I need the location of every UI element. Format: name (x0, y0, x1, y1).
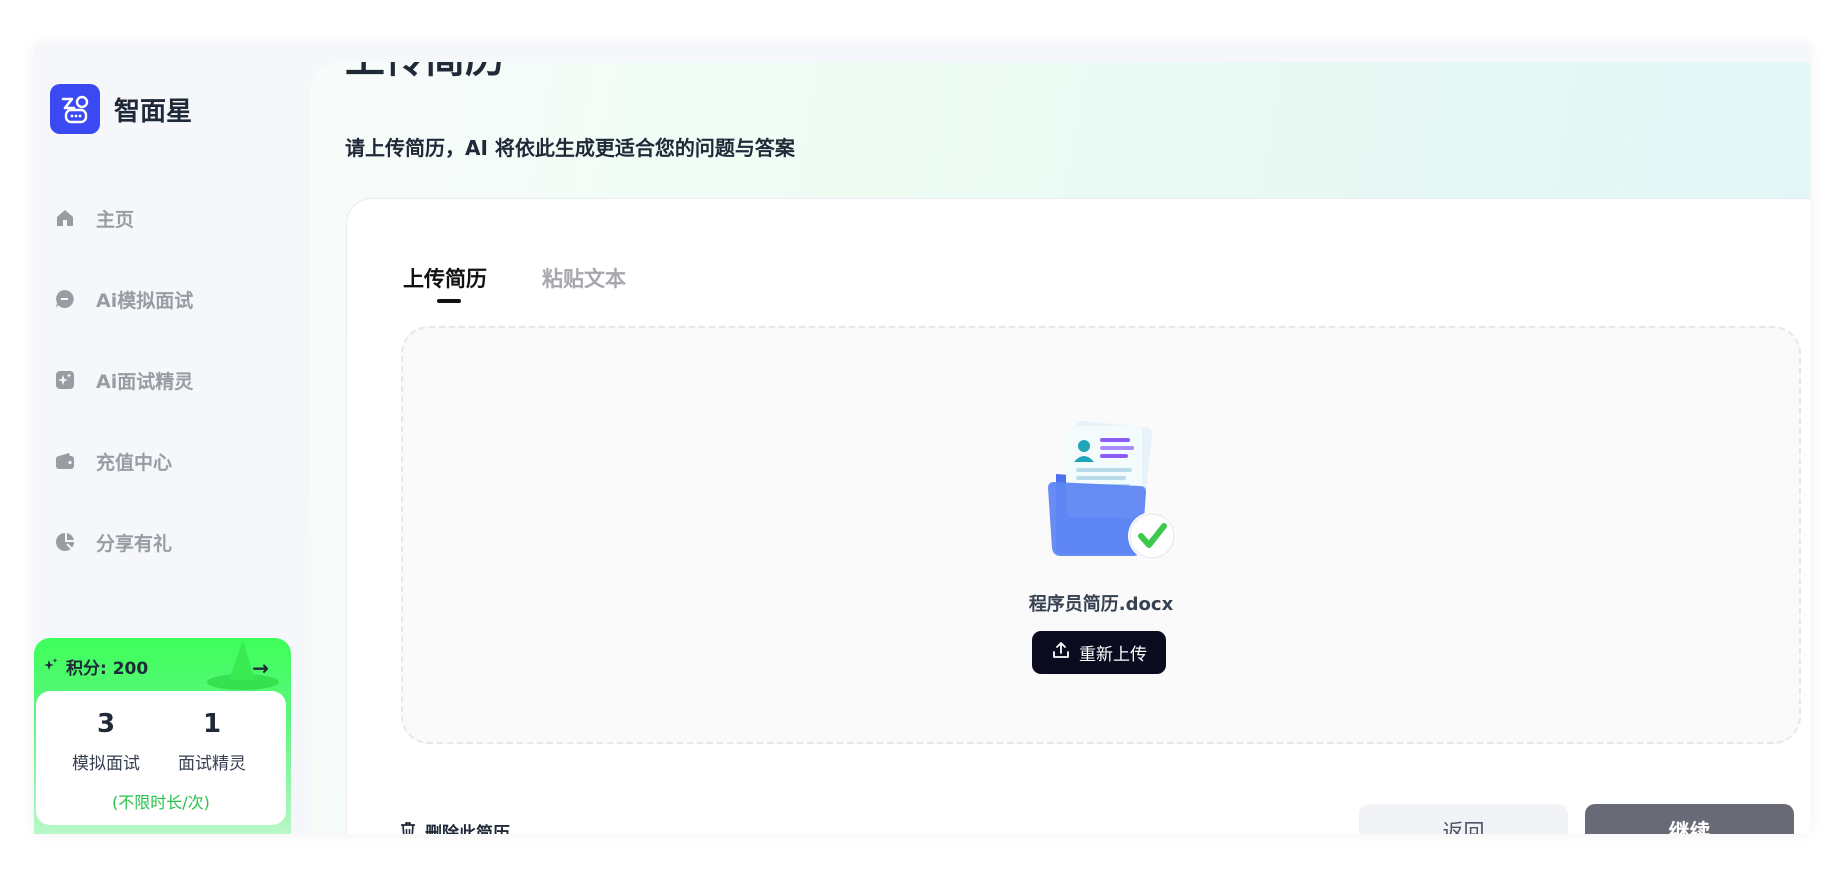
sidebar: 智面星 主页 Ai模拟面试 Ai面试精灵 充值中心 分享有礼 积分: 200 →… (34, 44, 310, 834)
points-card[interactable]: 积分: 200 → 3 模拟面试 1 面试精灵 (不限时长/次) (34, 638, 291, 834)
points-balance: 积分: 200 (66, 659, 149, 679)
page-subtitle: 请上传简历，AI 将依此生成更适合您的问题与答案 (345, 136, 795, 160)
arrow-right-icon[interactable]: → (252, 656, 269, 680)
resume-folder-icon (1048, 420, 1176, 560)
sparkle-icon (42, 656, 60, 678)
unlimited-note: (不限时长/次) (112, 793, 210, 812)
reupload-button[interactable]: 重新上传 (1032, 631, 1166, 674)
sidebar-item-label: Ai模拟面试 (96, 289, 194, 312)
wizard-hat-icon (207, 640, 279, 690)
upload-dropzone[interactable]: 程序员简历.docx 重新上传 (401, 326, 1801, 744)
tab-active-indicator (437, 299, 461, 303)
points-header: 积分: 200 (42, 654, 148, 679)
share-icon (54, 531, 76, 553)
app-logo-icon[interactable] (50, 84, 100, 134)
sidebar-item-home[interactable]: 主页 (54, 198, 134, 238)
stat-label: 模拟面试 (72, 754, 140, 774)
sidebar-item-recharge[interactable]: 充值中心 (54, 441, 172, 481)
reupload-label: 重新上传 (1079, 645, 1147, 665)
sidebar-item-label: Ai面试精灵 (96, 370, 194, 393)
delete-resume-label: 删除此简历 (425, 824, 510, 834)
brand-name: 智面星 (114, 97, 193, 127)
upload-icon (1051, 640, 1071, 665)
tab-upload-resume[interactable]: 上传简历 (403, 263, 487, 293)
upload-card: 上传简历 粘贴文本 程序员简历.docx 重新上传 删除此简历 返回 继续 (346, 198, 1810, 834)
sidebar-item-ai-interview-assistant[interactable]: Ai面试精灵 (54, 360, 193, 400)
sidebar-item-ai-mock-interview[interactable]: Ai模拟面试 (54, 279, 193, 319)
sparkle-icon (54, 369, 76, 391)
continue-button[interactable]: 继续 (1585, 804, 1794, 834)
stat-mock-interview: 3 模拟面试 (56, 709, 156, 774)
main-content: 上传简历 请上传简历，AI 将依此生成更适合您的问题与答案 上传简历 粘贴文本 (310, 62, 1810, 834)
stat-interview-assistant: 1 面试精灵 (162, 709, 262, 774)
app-window: 智面星 主页 Ai模拟面试 Ai面试精灵 充值中心 分享有礼 积分: 200 →… (34, 44, 1810, 834)
sidebar-item-label: 分享有礼 (96, 532, 173, 555)
wallet-icon (54, 450, 76, 472)
sidebar-item-label: 主页 (96, 208, 135, 231)
delete-resume-link[interactable]: 删除此简历 (399, 819, 510, 834)
tab-paste-text[interactable]: 粘贴文本 (542, 263, 626, 293)
stat-value: 1 (202, 709, 222, 739)
chat-bubble-icon (54, 288, 76, 310)
page-title: 上传简历 (345, 62, 505, 84)
trash-icon (399, 820, 417, 834)
points-stats: 3 模拟面试 1 面试精灵 (不限时长/次) (36, 691, 286, 825)
uploaded-file-name: 程序员简历.docx (1028, 594, 1174, 615)
back-button[interactable]: 返回 (1359, 804, 1568, 834)
stat-label: 面试精灵 (178, 754, 246, 774)
sidebar-item-share-gift[interactable]: 分享有礼 (54, 522, 172, 562)
sidebar-item-label: 充值中心 (96, 451, 173, 474)
home-icon (54, 207, 76, 229)
stat-value: 3 (96, 709, 116, 739)
